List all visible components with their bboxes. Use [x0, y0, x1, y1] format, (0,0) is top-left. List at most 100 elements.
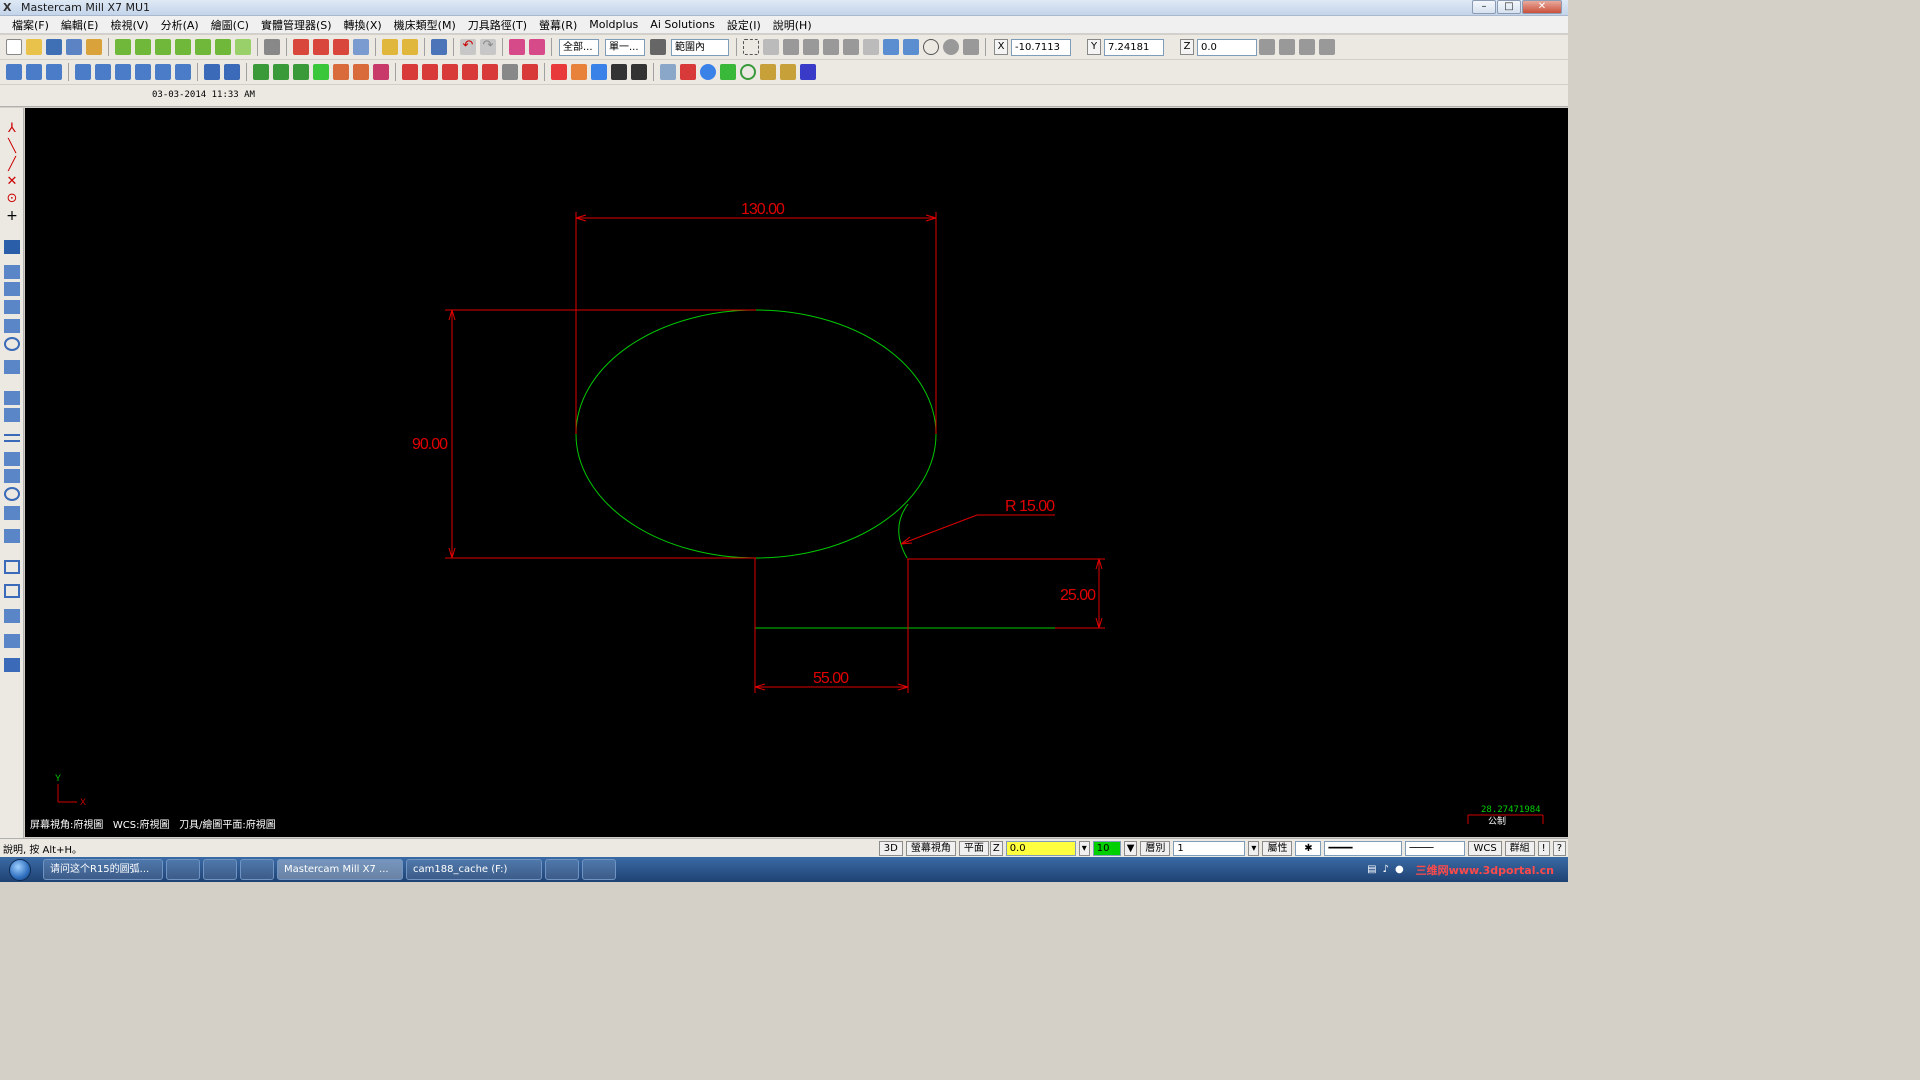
verify-select-icon[interactable]	[883, 39, 899, 55]
menu-moldplus[interactable]: Moldplus	[583, 18, 644, 31]
task-solidworks-icon[interactable]	[203, 859, 237, 880]
mirror-icon[interactable]	[75, 64, 91, 80]
create-point-icon[interactable]	[204, 64, 220, 80]
tplane-icon[interactable]	[4, 408, 20, 422]
color-input[interactable]: 10	[1092, 840, 1121, 856]
x-coord-input[interactable]: -10.7113	[1011, 38, 1071, 56]
color-dropdown-icon[interactable]: ▼	[1123, 840, 1138, 856]
view-back-icon[interactable]	[195, 39, 211, 55]
globe-icon[interactable]	[700, 64, 716, 80]
save-icon[interactable]	[46, 39, 62, 55]
line-tangent-icon[interactable]: ╱	[4, 158, 20, 172]
toolbar-help-icon[interactable]	[1319, 39, 1335, 55]
task-mastercam-icon[interactable]	[240, 859, 274, 880]
wireframe-icon[interactable]	[4, 282, 20, 296]
pointer-icon[interactable]	[763, 39, 779, 55]
menu-file[interactable]: 檔案(F)	[6, 17, 55, 33]
menu-help[interactable]: 說明(H)	[767, 17, 818, 33]
toolpath-face-icon[interactable]	[462, 64, 478, 80]
offset-icon[interactable]	[135, 64, 151, 80]
zoom-fit-icon[interactable]	[4, 360, 20, 374]
solid-side-icon[interactable]	[333, 39, 349, 55]
loop-select-icon[interactable]	[863, 39, 879, 55]
ellipse-geometry[interactable]	[575, 309, 937, 559]
menu-solids[interactable]: 實體管理器(S)	[255, 17, 338, 33]
task-chrome[interactable]: 请问这个R15的圆弧...	[43, 859, 163, 880]
toolpath-contour-icon[interactable]	[402, 64, 418, 80]
shaded-icon[interactable]	[4, 300, 20, 314]
z-coord-input[interactable]: 0.0	[1197, 38, 1257, 56]
edge-select-icon[interactable]	[843, 39, 859, 55]
menu-xform[interactable]: 轉換(X)	[338, 17, 388, 33]
solid-top-icon[interactable]	[293, 39, 309, 55]
level-button[interactable]: 層別	[1140, 840, 1171, 856]
view-top-icon[interactable]	[115, 39, 131, 55]
menu-ai-solutions[interactable]: Ai Solutions	[644, 18, 721, 31]
tray-app-icon[interactable]: ●	[1395, 864, 1404, 875]
z-depth-dropdown-icon[interactable]: ▾	[1078, 840, 1090, 856]
hidden-line-icon[interactable]	[4, 319, 20, 333]
menu-create[interactable]: 繪圖(C)	[205, 17, 255, 33]
group-button[interactable]: 群組	[1504, 840, 1535, 856]
3d-toggle-button[interactable]: 3D	[878, 840, 903, 856]
edit-dropdown-icon[interactable]	[402, 39, 418, 55]
help-select-icon[interactable]	[963, 39, 979, 55]
line-intersect-icon[interactable]: ✕	[4, 175, 20, 189]
frame-inner-icon[interactable]	[4, 584, 20, 598]
circle-center-icon[interactable]: ⊙	[4, 192, 20, 206]
verify-icon[interactable]	[551, 64, 567, 80]
task-app-icon-1[interactable]	[166, 859, 200, 880]
toolpath-drill-icon[interactable]	[422, 64, 438, 80]
circle-icon[interactable]	[740, 64, 756, 80]
chain-icon[interactable]	[431, 39, 447, 55]
post-icon[interactable]	[611, 64, 627, 80]
task-mastercam[interactable]: Mastercam Mill X7 ...	[277, 859, 403, 880]
maximize-button[interactable]: □	[1497, 0, 1521, 14]
level-dropdown-icon[interactable]: ▾	[1248, 840, 1260, 856]
menu-analyze[interactable]: 分析(A)	[155, 17, 205, 33]
paste-icon[interactable]	[529, 39, 545, 55]
select-single-button[interactable]: 單一...	[605, 38, 645, 56]
surface-layer-icon[interactable]	[4, 265, 20, 279]
z-depth-input[interactable]: 0.0	[1005, 840, 1076, 856]
line-style-select[interactable]: ━━━━	[1324, 840, 1403, 856]
attributes-icon[interactable]	[800, 64, 816, 80]
wcs-button[interactable]: WCS	[1468, 840, 1502, 856]
create-rectangle-icon[interactable]	[353, 64, 369, 80]
create-spline-icon[interactable]	[293, 64, 309, 80]
task-app-icon-3[interactable]	[582, 859, 616, 880]
view-iso-icon[interactable]	[175, 39, 191, 55]
window-icon[interactable]	[4, 609, 20, 623]
solid-layer-icon[interactable]	[4, 240, 20, 254]
open-file-icon[interactable]	[26, 39, 42, 55]
screen-view-button[interactable]: 螢幕視角	[905, 840, 956, 856]
create-line-icon[interactable]	[224, 64, 240, 80]
body-select-icon[interactable]	[823, 39, 839, 55]
create-solid-icon[interactable]	[313, 64, 329, 80]
view-left-icon[interactable]	[215, 39, 231, 55]
menu-toolpaths[interactable]: 刀具路徑(T)	[462, 17, 533, 33]
solid-front-icon[interactable]	[313, 39, 329, 55]
merge-icon[interactable]	[86, 39, 102, 55]
crosshair-icon[interactable]: +	[4, 209, 20, 223]
toolpath-pocket-icon[interactable]	[442, 64, 458, 80]
menu-settings[interactable]: 設定(I)	[721, 17, 767, 33]
y-coord-input[interactable]: 7.24181	[1104, 38, 1164, 56]
volume-icon[interactable]: ♪	[1383, 864, 1389, 875]
fastpoint-icon[interactable]	[1279, 39, 1295, 55]
start-button[interactable]	[0, 857, 40, 882]
graphics-viewport[interactable]: 130.00 90.00 R 15.00 25.00 55.00 Y X 28.…	[25, 108, 1568, 837]
level-input[interactable]: 1	[1173, 840, 1246, 856]
add-icon[interactable]	[720, 64, 736, 80]
copy-icon[interactable]	[509, 39, 525, 55]
line-width-select[interactable]: ────	[1405, 840, 1466, 856]
create-arc-icon[interactable]	[253, 64, 269, 80]
gear-icon[interactable]	[4, 487, 20, 501]
setup-sheet-icon[interactable]	[631, 64, 647, 80]
break-icon[interactable]	[175, 64, 191, 80]
view-right-icon[interactable]	[155, 39, 171, 55]
view-front-icon[interactable]	[135, 39, 151, 55]
autocursor-icon[interactable]	[1259, 39, 1275, 55]
save-as-icon[interactable]	[66, 39, 82, 55]
translate-icon[interactable]	[46, 64, 62, 80]
